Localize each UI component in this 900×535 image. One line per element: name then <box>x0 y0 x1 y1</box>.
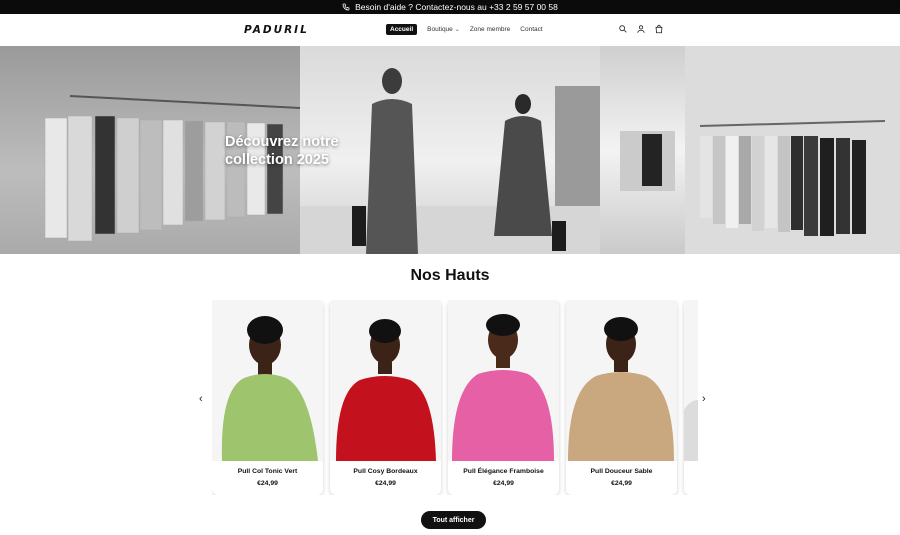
product-image <box>448 300 559 461</box>
product-price: €24,99 <box>611 480 632 487</box>
announcement-bar: Besoin d'aide ? Contactez-nous au +33 2 … <box>0 0 900 14</box>
cart-icon[interactable] <box>654 24 664 34</box>
product-price: €24,99 <box>375 480 396 487</box>
product-card-partial[interactable] <box>684 300 698 495</box>
product-name: Pull Douceur Sable <box>590 468 653 475</box>
product-carousel: Pull Col Tonic Vert €24,99 Pull Cosy Bor… <box>212 300 698 495</box>
main-nav: Accueil Boutique ⌄ Zone membre Contact <box>386 24 543 35</box>
carousel-prev-button[interactable]: ‹ <box>199 393 203 405</box>
nav-item-zone-membre[interactable]: Zone membre <box>470 26 510 33</box>
product-name: Pull Col Tonic Vert <box>237 468 298 475</box>
site-logo[interactable]: PADURIL <box>244 24 309 36</box>
carousel-next-button[interactable]: › <box>702 393 706 405</box>
hero-image-right <box>600 46 900 254</box>
header-icons <box>618 24 664 34</box>
product-image <box>566 300 677 461</box>
product-price: €24,99 <box>257 480 278 487</box>
product-image <box>684 300 698 461</box>
chevron-down-icon: ⌄ <box>454 27 460 33</box>
phone-icon <box>342 3 350 11</box>
product-image <box>212 300 323 461</box>
section-title: Nos Hauts <box>410 267 490 284</box>
product-card[interactable]: Pull Douceur Sable €24,99 <box>566 300 677 495</box>
product-card[interactable]: Pull Col Tonic Vert €24,99 <box>212 300 323 495</box>
account-icon[interactable] <box>636 24 646 34</box>
nav-item-accueil[interactable]: Accueil <box>386 24 418 35</box>
nav-item-boutique-label: Boutique <box>427 26 453 33</box>
search-icon[interactable] <box>618 24 628 34</box>
hero-title: Découvrez notre collection 2025 <box>225 134 339 168</box>
product-price: €24,99 <box>493 480 514 487</box>
product-name: Pull Élégance Framboise <box>463 468 544 475</box>
nav-item-boutique[interactable]: Boutique ⌄ <box>427 26 460 33</box>
view-all-button[interactable]: Tout afficher <box>421 511 486 529</box>
product-card[interactable]: Pull Élégance Framboise €24,99 <box>448 300 559 495</box>
product-image <box>330 300 441 461</box>
announcement-text: Besoin d'aide ? Contactez-nous au +33 2 … <box>355 2 558 12</box>
nav-item-contact[interactable]: Contact <box>520 26 542 33</box>
product-name: Pull Cosy Bordeaux <box>353 468 418 475</box>
site-header: PADURIL Accueil Boutique ⌄ Zone membre C… <box>0 14 900 47</box>
hero-banner[interactable]: Découvrez notre collection 2025 <box>0 46 900 254</box>
product-card[interactable]: Pull Cosy Bordeaux €24,99 <box>330 300 441 495</box>
